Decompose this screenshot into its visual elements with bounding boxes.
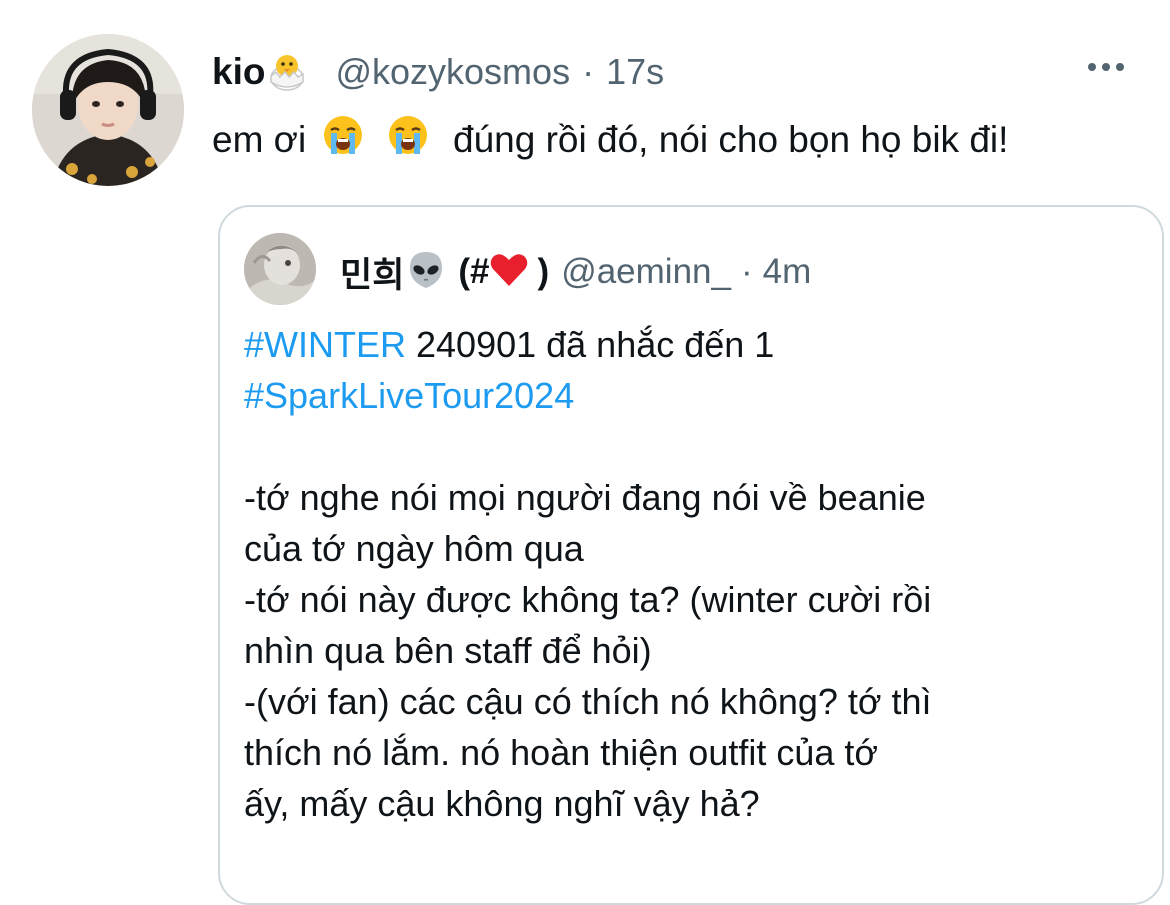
quoted-tweet-header: 민희 (# ) @aeminn_ · 4m — [340, 247, 812, 298]
quoted-text-segment: -(với fan) các cậu có thích nó không? tớ… — [244, 681, 932, 722]
more-dot — [1102, 63, 1110, 71]
quoted-text-segment: thích nó lắm. nó hoàn thiện outfit của t… — [244, 732, 879, 773]
alien-icon — [408, 250, 444, 295]
tweet-text-after: đúng rồi đó, nói cho bọn họ bik đi! — [453, 119, 1009, 160]
author-handle[interactable]: @kozykosmos — [335, 51, 570, 93]
red-heart-icon — [490, 252, 528, 293]
hashtag-link[interactable]: #SparkLiveTour2024 — [244, 375, 574, 416]
quoted-text-segment: của tớ ngày hôm qua — [244, 528, 584, 569]
hatching-chick-icon — [265, 48, 309, 97]
quoted-text-line: của tớ ngày hôm qua — [244, 523, 932, 574]
quoted-text-segment: -tớ nói này được không ta? (winter cười … — [244, 579, 932, 620]
hashtag-link[interactable]: #WINTER — [244, 324, 406, 365]
quoted-text-line: ấy, mấy cậu không nghĩ vậy hả? — [244, 778, 932, 829]
more-options-icon[interactable] — [1086, 58, 1126, 76]
author-avatar[interactable] — [32, 34, 184, 186]
quoted-author-display-name[interactable]: 민희 — [340, 247, 404, 298]
quoted-text-line: -tớ nghe nói mọi người đang nói về beani… — [244, 472, 932, 523]
quoted-text-line: thích nó lắm. nó hoàn thiện outfit của t… — [244, 727, 932, 778]
quoted-text-segment: 240901 đã nhắc đến 1 — [406, 324, 775, 365]
tweet-text: em ơi đúng rồi đó, nói cho bọn họ bik đi… — [212, 114, 1008, 170]
author-display-name[interactable]: kio — [212, 51, 265, 93]
tweet-text-before: em ơi — [212, 119, 307, 160]
quoted-name-suffix-open: (# — [458, 252, 490, 291]
quoted-text-blank-line — [244, 421, 932, 472]
loudly-crying-face-icon — [322, 114, 364, 170]
quoted-text-segment: -tớ nghe nói mọi người đang nói về beani… — [244, 477, 926, 518]
quoted-text-line: -tớ nói này được không ta? (winter cười … — [244, 574, 932, 625]
quoted-text-line: -(với fan) các cậu có thích nó không? tớ… — [244, 676, 932, 727]
quoted-tweet-timestamp[interactable]: 4m — [763, 252, 812, 292]
more-dot — [1088, 63, 1096, 71]
quoted-text-line: nhìn qua bên staff để hỏi) — [244, 625, 932, 676]
quoted-header-separator: · — [740, 252, 753, 291]
quoted-tweet-card[interactable]: 민희 (# ) @aeminn_ · 4m #WINTER 240901 đã … — [218, 205, 1164, 905]
header-separator: · — [582, 51, 595, 92]
tweet-timestamp[interactable]: 17s — [606, 51, 664, 93]
tweet-header: kio @kozykosmos · 17s — [212, 46, 664, 98]
quoted-text-line: #WINTER 240901 đã nhắc đến 1 — [244, 319, 932, 370]
quoted-text-segment: ấy, mấy cậu không nghĩ vậy hả? — [244, 783, 760, 824]
quoted-author-avatar[interactable] — [244, 233, 316, 305]
quoted-author-handle[interactable]: @aeminn_ — [561, 252, 731, 292]
loudly-crying-face-icon — [387, 114, 429, 170]
quoted-text-segment: nhìn qua bên staff để hỏi) — [244, 630, 652, 671]
quoted-text-line: #SparkLiveTour2024 — [244, 370, 932, 421]
more-dot — [1116, 63, 1124, 71]
quoted-name-suffix-close: ) — [537, 252, 550, 291]
quoted-tweet-text: #WINTER 240901 đã nhắc đến 1 #SparkLiveT… — [244, 319, 932, 829]
